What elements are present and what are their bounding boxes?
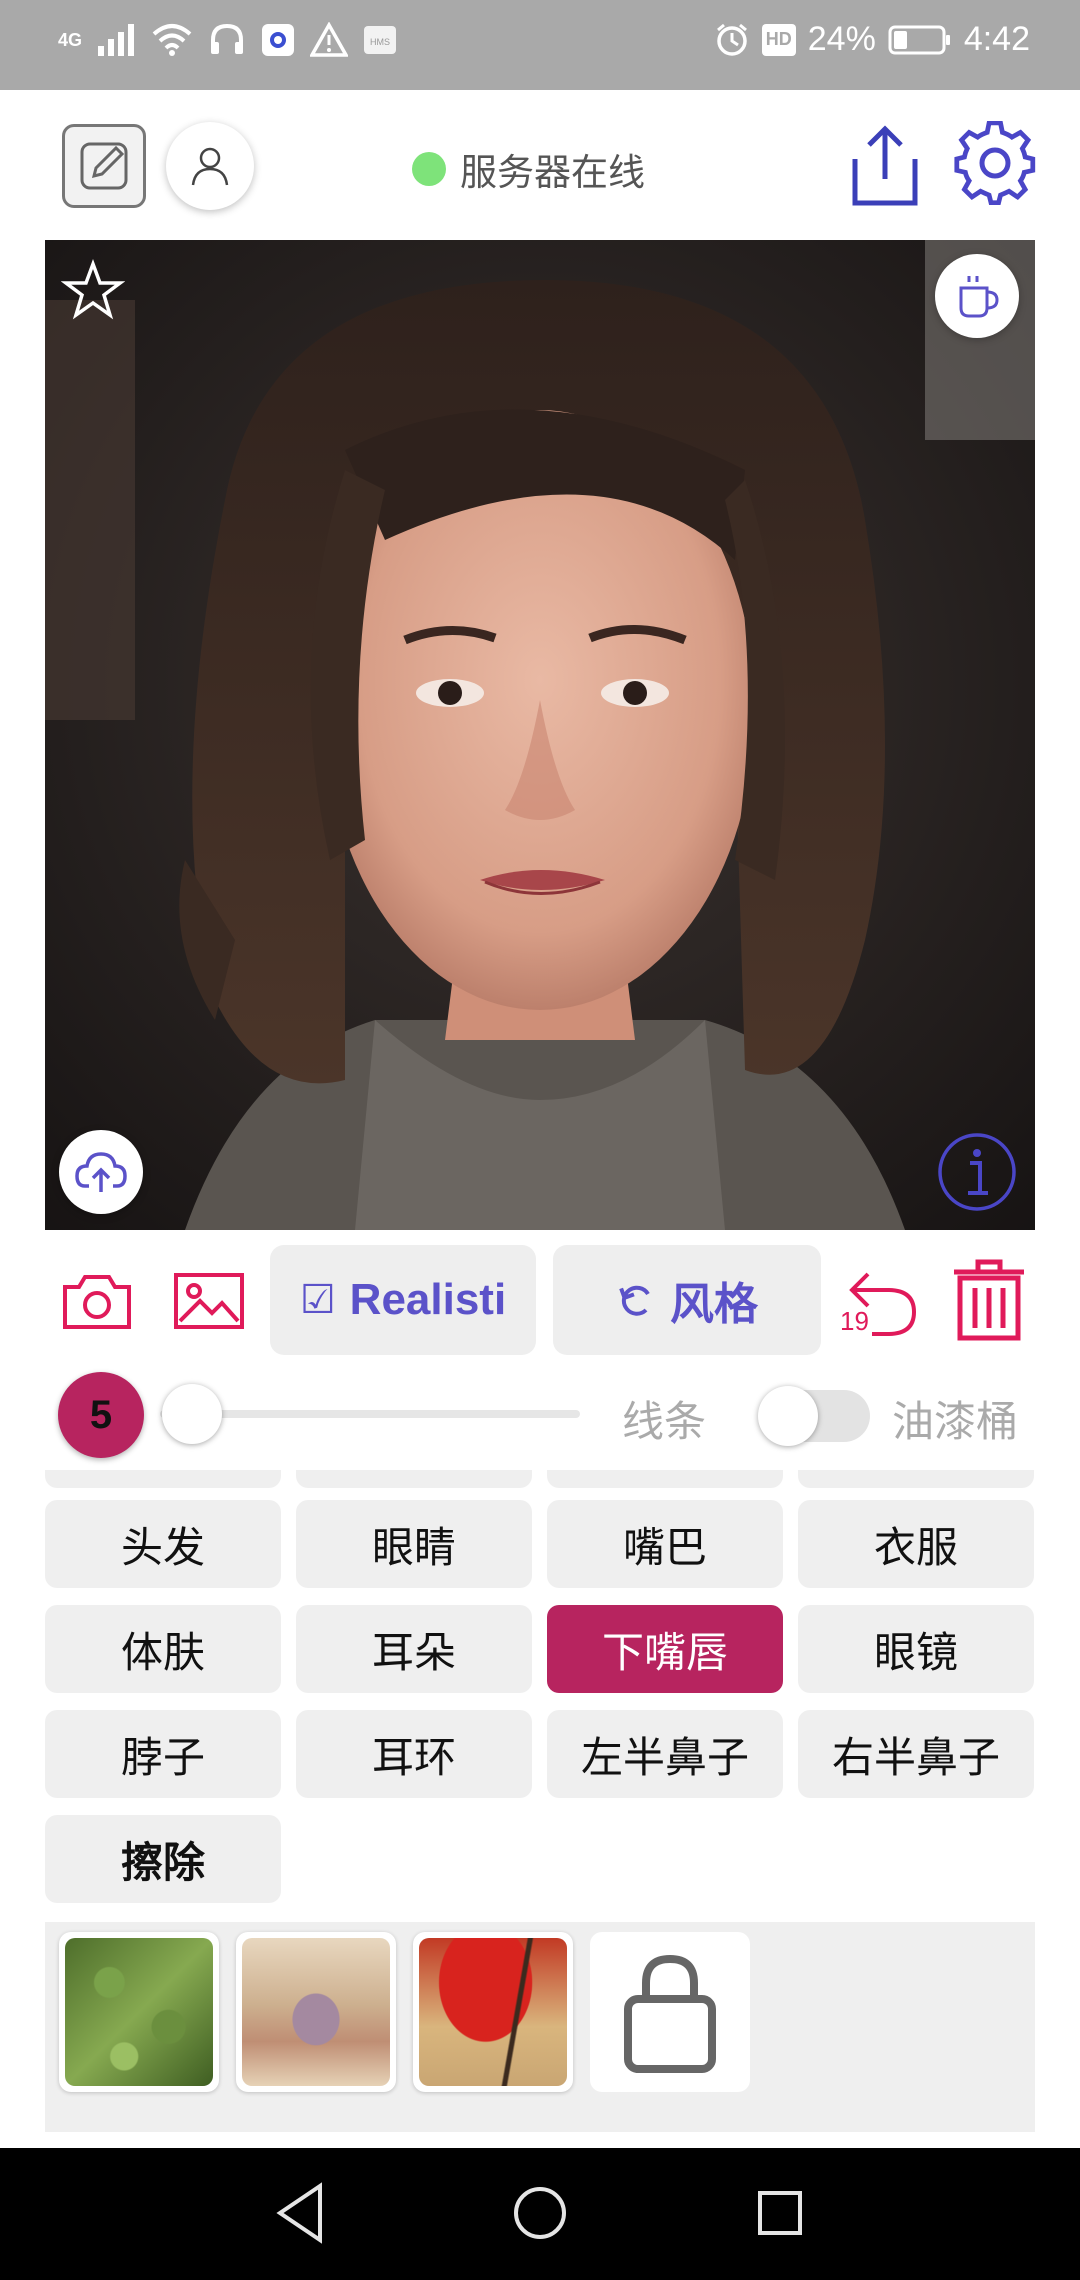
gallery-button[interactable] (170, 1262, 248, 1340)
portrait-image (45, 240, 1035, 1230)
chip-lower-lip[interactable]: 下嘴唇 (547, 1605, 783, 1693)
app-icon (262, 24, 295, 56)
top-bar: 服务器在线 (0, 90, 1080, 240)
alarm-icon (716, 23, 747, 56)
battery-percent: 24% (807, 20, 876, 58)
shop-button[interactable] (590, 1932, 750, 2092)
settings-button[interactable] (952, 120, 1038, 206)
user-icon (191, 147, 229, 186)
home-icon (514, 2187, 566, 2239)
coffee-button[interactable] (935, 254, 1019, 338)
star-icon (61, 258, 125, 320)
server-status: 服务器在线 (412, 142, 645, 196)
chip-skin[interactable]: 体肤 (45, 1605, 281, 1693)
fill-toggle-knob (758, 1386, 818, 1446)
chip-ears[interactable]: 耳朵 (296, 1605, 532, 1693)
brush-controls: 5 线条 油漆桶 (0, 1370, 1080, 1460)
system-navigation-bar (0, 2148, 1080, 2280)
restyle-label: 风格 (670, 1279, 758, 1330)
texture-panel (45, 1922, 1035, 2132)
status-bar: 4G HMS HD 24% 4:42 (0, 0, 1080, 90)
back-icon (276, 2182, 322, 2244)
hd-badge: HD (761, 23, 796, 56)
restyle-button[interactable]: 风格 (553, 1245, 821, 1355)
portrait-artwork (45, 240, 1035, 1230)
chip-eyes[interactable]: 眼睛 (296, 1500, 532, 1588)
chip-mouth[interactable]: 嘴巴 (547, 1500, 783, 1588)
hms-icon: HMS (364, 26, 397, 54)
chip-partial (798, 1470, 1034, 1488)
sketch-button[interactable] (62, 124, 146, 208)
recents-button[interactable] (748, 2178, 812, 2248)
fill-mode-toggle[interactable] (758, 1386, 870, 1446)
favorite-button[interactable] (61, 258, 125, 322)
chip-hair[interactable]: 头发 (45, 1500, 281, 1588)
texture-red-flowers-preview (419, 1938, 567, 2086)
network-type: 4G (58, 29, 83, 50)
image-icon (174, 1273, 244, 1329)
delete-button[interactable] (946, 1255, 1032, 1347)
chip-right-nose[interactable]: 右半鼻子 (798, 1710, 1034, 1798)
home-button[interactable] (508, 2178, 572, 2248)
headset-icon (211, 23, 244, 54)
upload-cloud-icon (75, 1152, 127, 1192)
wifi-icon (152, 24, 192, 56)
chip-partial (45, 1470, 281, 1488)
texture-grass-preview (65, 1938, 213, 2086)
chip-partial (547, 1470, 783, 1488)
part-chips-grid: 头发 眼睛 嘴巴 衣服 体肤 耳朵 下嘴唇 眼镜 脖子 耳环 左半鼻子 右半鼻子… (0, 1470, 1080, 1920)
battery-icon (888, 25, 950, 54)
camera-button[interactable] (58, 1262, 136, 1340)
chip-clothes[interactable]: 衣服 (798, 1500, 1034, 1588)
undo-count: 19 (840, 1306, 869, 1336)
server-status-label: 服务器在线 (460, 151, 645, 194)
share-button[interactable] (842, 120, 928, 212)
style-toggle-button[interactable]: ☑ Realisti (270, 1245, 536, 1355)
style-label: Realisti (349, 1275, 507, 1324)
upload-button[interactable] (59, 1130, 143, 1214)
share-icon (852, 125, 918, 206)
gear-icon (954, 121, 1036, 205)
shop-bag-icon (624, 1954, 716, 2073)
texture-flower-sand-preview (242, 1938, 390, 2086)
brush-slider-thumb[interactable] (162, 1384, 222, 1444)
trash-icon (954, 1259, 1024, 1341)
signal-icon (98, 24, 135, 56)
chip-earrings[interactable]: 耳环 (296, 1710, 532, 1798)
refresh-icon (619, 1285, 650, 1316)
clock: 4:42 (963, 20, 1030, 58)
user-button[interactable] (166, 122, 254, 210)
chip-neck[interactable]: 脖子 (45, 1710, 281, 1798)
chip-erase[interactable]: 擦除 (45, 1815, 281, 1903)
back-button[interactable] (270, 2178, 334, 2248)
fill-mode-label: 油漆桶 (892, 1397, 1019, 1446)
svg-text:HMS: HMS (370, 37, 390, 47)
warning-icon (310, 22, 349, 57)
undo-button[interactable]: 19 (838, 1262, 922, 1342)
coffee-cup-icon (959, 276, 999, 318)
info-button[interactable] (935, 1130, 1019, 1214)
chip-glasses[interactable]: 眼镜 (798, 1605, 1034, 1693)
texture-flower-sand[interactable] (236, 1932, 396, 2092)
texture-red-flowers[interactable] (413, 1932, 573, 2092)
info-icon (938, 1133, 1016, 1211)
texture-grass[interactable] (59, 1932, 219, 2092)
server-status-dot (412, 152, 446, 186)
brush-size-value: 5 (89, 1392, 113, 1437)
sketch-icon (80, 142, 128, 190)
camera-icon (63, 1275, 131, 1329)
brush-size-slider[interactable] (160, 1410, 580, 1418)
chip-partial (296, 1470, 532, 1488)
brush-size-badge: 5 (58, 1372, 144, 1458)
line-mode-label[interactable]: 线条 (622, 1388, 706, 1449)
recents-icon (758, 2191, 802, 2235)
style-checkbox[interactable]: ☑ (300, 1277, 336, 1323)
chip-left-nose[interactable]: 左半鼻子 (547, 1710, 783, 1798)
